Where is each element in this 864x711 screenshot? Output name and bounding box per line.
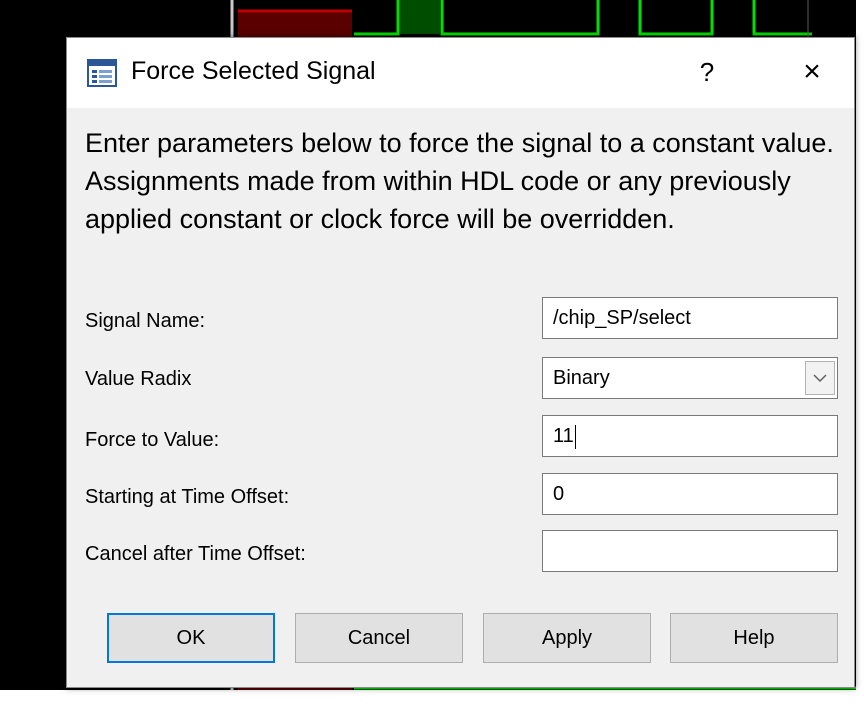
text-cursor bbox=[574, 424, 576, 449]
dialog-titlebar[interactable]: Force Selected Signal ? × bbox=[67, 38, 854, 108]
value-radix-select[interactable]: Binary bbox=[542, 357, 838, 399]
force-signal-dialog: Force Selected Signal ? × Enter paramete… bbox=[66, 37, 855, 688]
signal-name-label: Signal Name: bbox=[85, 310, 206, 332]
value-radix-selected: Binary bbox=[553, 367, 610, 389]
signal-name-field[interactable]: /chip_SP/select bbox=[542, 297, 838, 339]
help-button[interactable]: Help bbox=[670, 613, 838, 663]
window-margin-right bbox=[856, 0, 864, 711]
help-question-button[interactable]: ? bbox=[689, 52, 725, 92]
force-value-text: 11 bbox=[553, 425, 574, 447]
cancel-button[interactable]: Cancel bbox=[295, 613, 463, 663]
dialog-description: Enter parameters below to force the sign… bbox=[85, 128, 834, 234]
start-offset-label: Starting at Time Offset: bbox=[85, 486, 290, 508]
chevron-down-icon bbox=[813, 374, 827, 383]
ok-button[interactable]: OK bbox=[107, 613, 275, 663]
force-value-field[interactable]: 11 bbox=[542, 415, 838, 457]
apply-button[interactable]: Apply bbox=[483, 613, 651, 663]
dialog-app-icon bbox=[87, 59, 117, 87]
cancel-offset-field[interactable] bbox=[542, 530, 838, 572]
close-button[interactable]: × bbox=[792, 52, 832, 92]
start-offset-field[interactable]: 0 bbox=[542, 473, 838, 515]
force-value-label: Force to Value: bbox=[85, 429, 220, 451]
window-margin-bottom bbox=[0, 690, 864, 711]
cancel-offset-label: Cancel after Time Offset: bbox=[85, 543, 306, 565]
value-radix-label: Value Radix bbox=[85, 368, 192, 390]
dropdown-button[interactable] bbox=[805, 361, 835, 395]
dialog-title: Force Selected Signal bbox=[131, 57, 376, 85]
